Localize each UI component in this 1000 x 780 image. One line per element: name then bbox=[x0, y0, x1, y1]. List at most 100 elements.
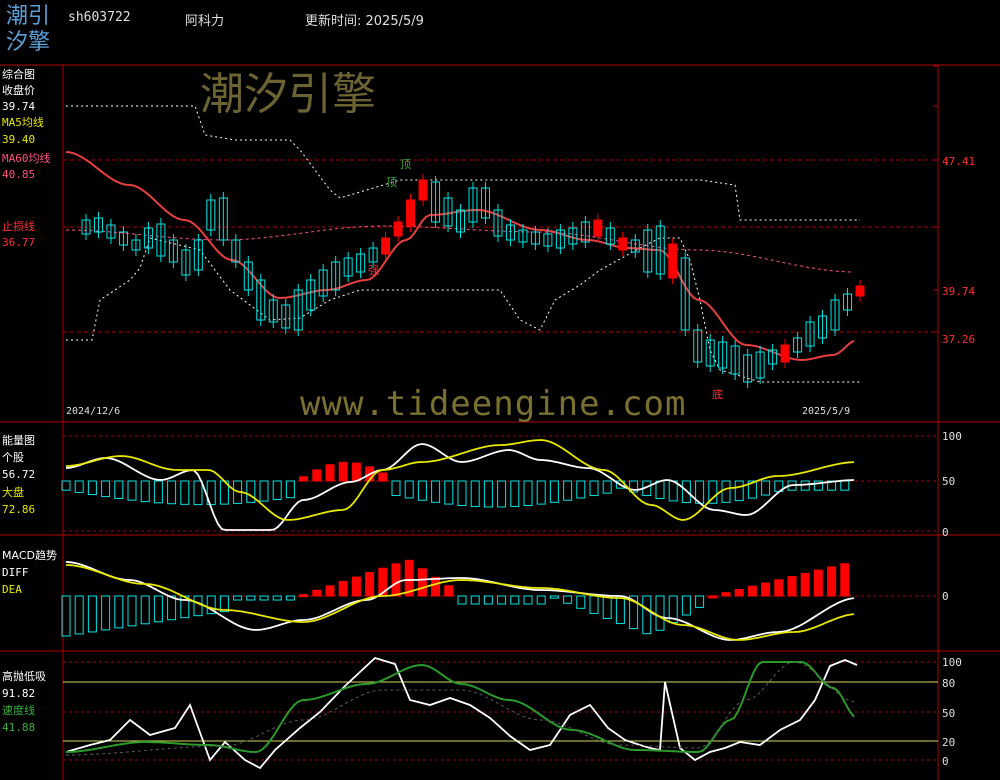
kdj-speed-label: 速度线 bbox=[2, 704, 35, 717]
energy-bar bbox=[668, 480, 678, 502]
energy-bar bbox=[167, 480, 177, 505]
macd-bar bbox=[87, 595, 97, 633]
energy-market-line bbox=[65, 439, 855, 521]
energy-bar bbox=[510, 480, 520, 507]
macd-bar bbox=[351, 576, 361, 597]
macd-bar bbox=[549, 595, 559, 599]
marker-strong: 强 bbox=[368, 264, 379, 277]
macd-bar bbox=[457, 595, 467, 605]
energy-axis-0: 0 bbox=[942, 526, 949, 539]
energy-bar bbox=[259, 480, 269, 502]
energy-bar bbox=[470, 480, 480, 507]
energy-bar bbox=[180, 480, 190, 505]
macd-bar bbox=[272, 595, 282, 601]
macd-bar bbox=[734, 588, 744, 597]
candle-body bbox=[393, 221, 403, 237]
macd-bar bbox=[655, 595, 665, 631]
macd-dea-line bbox=[65, 564, 855, 641]
energy-bar bbox=[285, 480, 295, 499]
stop-value: 36.77 bbox=[2, 236, 36, 249]
upper-band bbox=[66, 105, 860, 221]
energy-bar bbox=[391, 480, 401, 497]
kdj-value: 91.82 bbox=[2, 687, 36, 700]
energy-bar bbox=[114, 480, 124, 499]
macd-bar bbox=[259, 595, 269, 601]
main-title: 综合图 bbox=[2, 68, 35, 81]
close-label: 收盘价 bbox=[2, 84, 35, 97]
energy-bar bbox=[563, 480, 573, 501]
candle-body bbox=[855, 285, 865, 297]
energy-bar bbox=[655, 480, 665, 500]
macd-bar bbox=[721, 592, 731, 597]
macd-bar bbox=[827, 566, 837, 597]
candle-body bbox=[418, 179, 428, 201]
macd-axis-0: 0 bbox=[942, 590, 949, 603]
ma60-value: 40.85 bbox=[2, 168, 36, 181]
energy-bar bbox=[457, 480, 467, 506]
kdj-speed-value: 41.88 bbox=[2, 721, 36, 734]
macd-bar bbox=[338, 580, 348, 597]
energy-bar bbox=[272, 480, 282, 500]
ma60-line bbox=[66, 225, 852, 273]
candle-body bbox=[406, 199, 416, 227]
macd-diff-line bbox=[65, 561, 855, 641]
ma5-value: 39.40 bbox=[2, 133, 36, 146]
marker-top-2: 顶 bbox=[386, 176, 397, 189]
energy-bar bbox=[602, 480, 612, 494]
energy-bar bbox=[140, 480, 150, 503]
kdj-axis-50: 50 bbox=[942, 707, 956, 720]
energy-bar bbox=[127, 480, 137, 501]
candle-body bbox=[668, 243, 678, 279]
macd-bar bbox=[431, 576, 441, 597]
macd-bar bbox=[74, 595, 84, 635]
candle-body bbox=[593, 219, 603, 237]
energy-bar bbox=[325, 464, 335, 482]
energy-bar bbox=[378, 472, 388, 482]
macd-bar bbox=[365, 572, 375, 597]
macd-bar bbox=[285, 595, 295, 601]
kdj-axis-20: 20 bbox=[942, 736, 956, 749]
energy-bar bbox=[497, 480, 507, 508]
macd-bar bbox=[497, 595, 507, 605]
energy-bar bbox=[576, 480, 586, 499]
energy-axis-50: 50 bbox=[942, 475, 956, 488]
macd-bar bbox=[840, 563, 850, 597]
macd-bar bbox=[233, 595, 243, 601]
macd-diff-label: DIFF bbox=[2, 566, 29, 579]
marker-bottom: 底 bbox=[712, 388, 723, 401]
date-end: 2025/5/9 bbox=[802, 406, 851, 417]
energy-bar bbox=[193, 480, 203, 506]
energy-bar bbox=[444, 480, 454, 505]
macd-bar bbox=[127, 595, 137, 627]
macd-bar bbox=[167, 595, 177, 621]
ma5-label: MA5均线 bbox=[2, 116, 44, 129]
energy-bar bbox=[483, 480, 493, 508]
macd-bar bbox=[325, 585, 335, 597]
energy-bar bbox=[153, 480, 163, 504]
energy-bar bbox=[734, 480, 744, 502]
macd-bar bbox=[708, 595, 718, 599]
energy-bar bbox=[417, 480, 427, 501]
kdj-axis-0: 0 bbox=[942, 755, 949, 768]
macd-bar bbox=[576, 595, 586, 609]
macd-bar bbox=[510, 595, 520, 605]
macd-bar bbox=[642, 595, 652, 635]
macd-bar bbox=[602, 595, 612, 619]
axis-label-close: 39.74 bbox=[942, 285, 976, 298]
candle-body bbox=[381, 237, 391, 255]
macd-bar bbox=[140, 595, 150, 625]
energy-bar bbox=[299, 476, 309, 482]
energy-bar bbox=[351, 462, 361, 482]
axis-label-low: 37.26 bbox=[942, 333, 976, 346]
date-start: 2024/12/6 bbox=[66, 406, 121, 417]
energy-bar bbox=[761, 480, 771, 496]
energy-bar bbox=[840, 480, 850, 491]
energy-bar bbox=[523, 480, 533, 506]
candle-body bbox=[780, 344, 790, 363]
macd-bar bbox=[523, 595, 533, 605]
watermark-brand: 潮汐引擎 bbox=[200, 69, 376, 120]
stop-label: 止损线 bbox=[2, 220, 35, 233]
kdj-speed-line bbox=[65, 661, 855, 754]
kdj-axis-80: 80 bbox=[942, 677, 956, 690]
energy-axis-100: 100 bbox=[942, 430, 962, 443]
